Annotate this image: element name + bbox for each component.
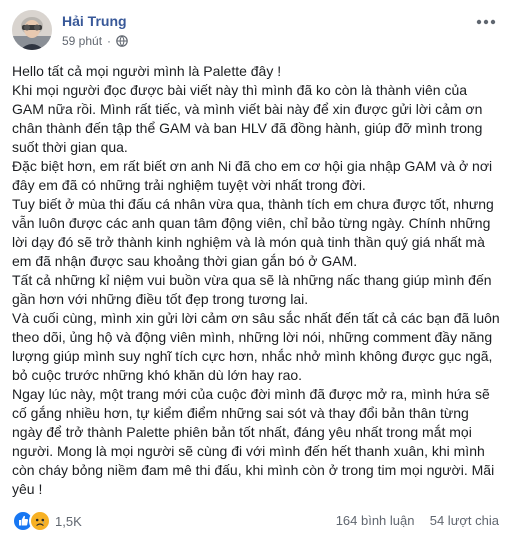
meta-separator: ·: [107, 34, 112, 48]
avatar-image: [12, 10, 52, 50]
post-paragraph: Ngay lúc này, một trang mới của cuộc đời…: [12, 386, 495, 497]
more-options-button[interactable]: [473, 12, 499, 32]
post-paragraph: Tất cả những kỉ niệm vui buồn vừa qua sẽ…: [12, 272, 492, 307]
post-paragraph: Khi mọi người đọc được bài viết này thì …: [12, 82, 483, 155]
comments-count-link[interactable]: 164 bình luận: [336, 513, 415, 528]
post-paragraph: Hello tất cả mọi người mình là Palette đ…: [12, 63, 282, 79]
facebook-post: Hải Trung 59 phút · Hello tất cả mọi ngư…: [0, 0, 511, 541]
shares-count-link[interactable]: 54 lượt chia: [430, 513, 499, 528]
post-time[interactable]: 59 phút: [62, 34, 102, 48]
post-meta: 59 phút ·: [62, 34, 128, 48]
post-footer: 1,5K 164 bình luận 54 lượt chia: [12, 508, 499, 532]
reaction-count: 1,5K: [55, 513, 82, 529]
post-body: Hello tất cả mọi người mình là Palette đ…: [12, 62, 502, 499]
post-header: Hải Trung 59 phút ·: [12, 10, 499, 54]
post-paragraph: Đặc biệt hơn, em rất biết ơn anh Ni đã c…: [12, 158, 493, 193]
engagement-stats: 164 bình luận 54 lượt chia: [336, 513, 499, 528]
more-options-icon: [476, 19, 496, 25]
sad-icon: [29, 510, 51, 532]
avatar[interactable]: [12, 10, 52, 50]
author-name[interactable]: Hải Trung: [62, 13, 127, 29]
reactions-summary[interactable]: 1,5K: [12, 510, 82, 532]
post-paragraph: Tuy biết ở mùa thi đấu cá nhân vừa qua, …: [12, 196, 494, 269]
globe-icon[interactable]: [116, 35, 128, 47]
post-paragraph: Và cuối cùng, mình xin gửi lời cảm ơn sâ…: [12, 310, 500, 383]
